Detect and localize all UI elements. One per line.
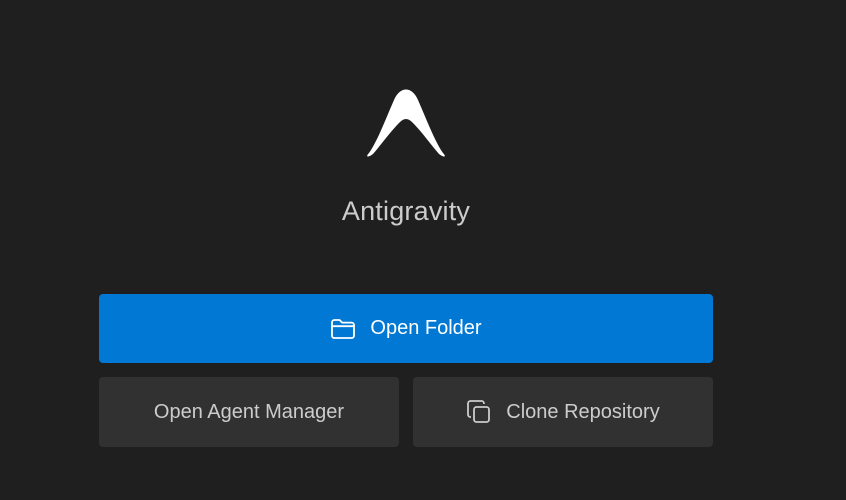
open-folder-button[interactable]: Open Folder xyxy=(99,294,713,363)
welcome-screen: Antigravity Open Folder Open Agent Manag… xyxy=(0,0,846,500)
copy-icon xyxy=(466,399,492,425)
open-agent-manager-button[interactable]: Open Agent Manager xyxy=(99,377,399,447)
clone-repository-button[interactable]: Clone Repository xyxy=(413,377,713,447)
antigravity-logo-icon xyxy=(366,84,446,158)
folder-icon xyxy=(330,318,356,340)
app-title: Antigravity xyxy=(341,196,471,226)
open-folder-label: Open Folder xyxy=(370,317,482,339)
open-agent-manager-label: Open Agent Manager xyxy=(153,400,345,423)
clone-repository-label: Clone Repository xyxy=(506,400,660,423)
